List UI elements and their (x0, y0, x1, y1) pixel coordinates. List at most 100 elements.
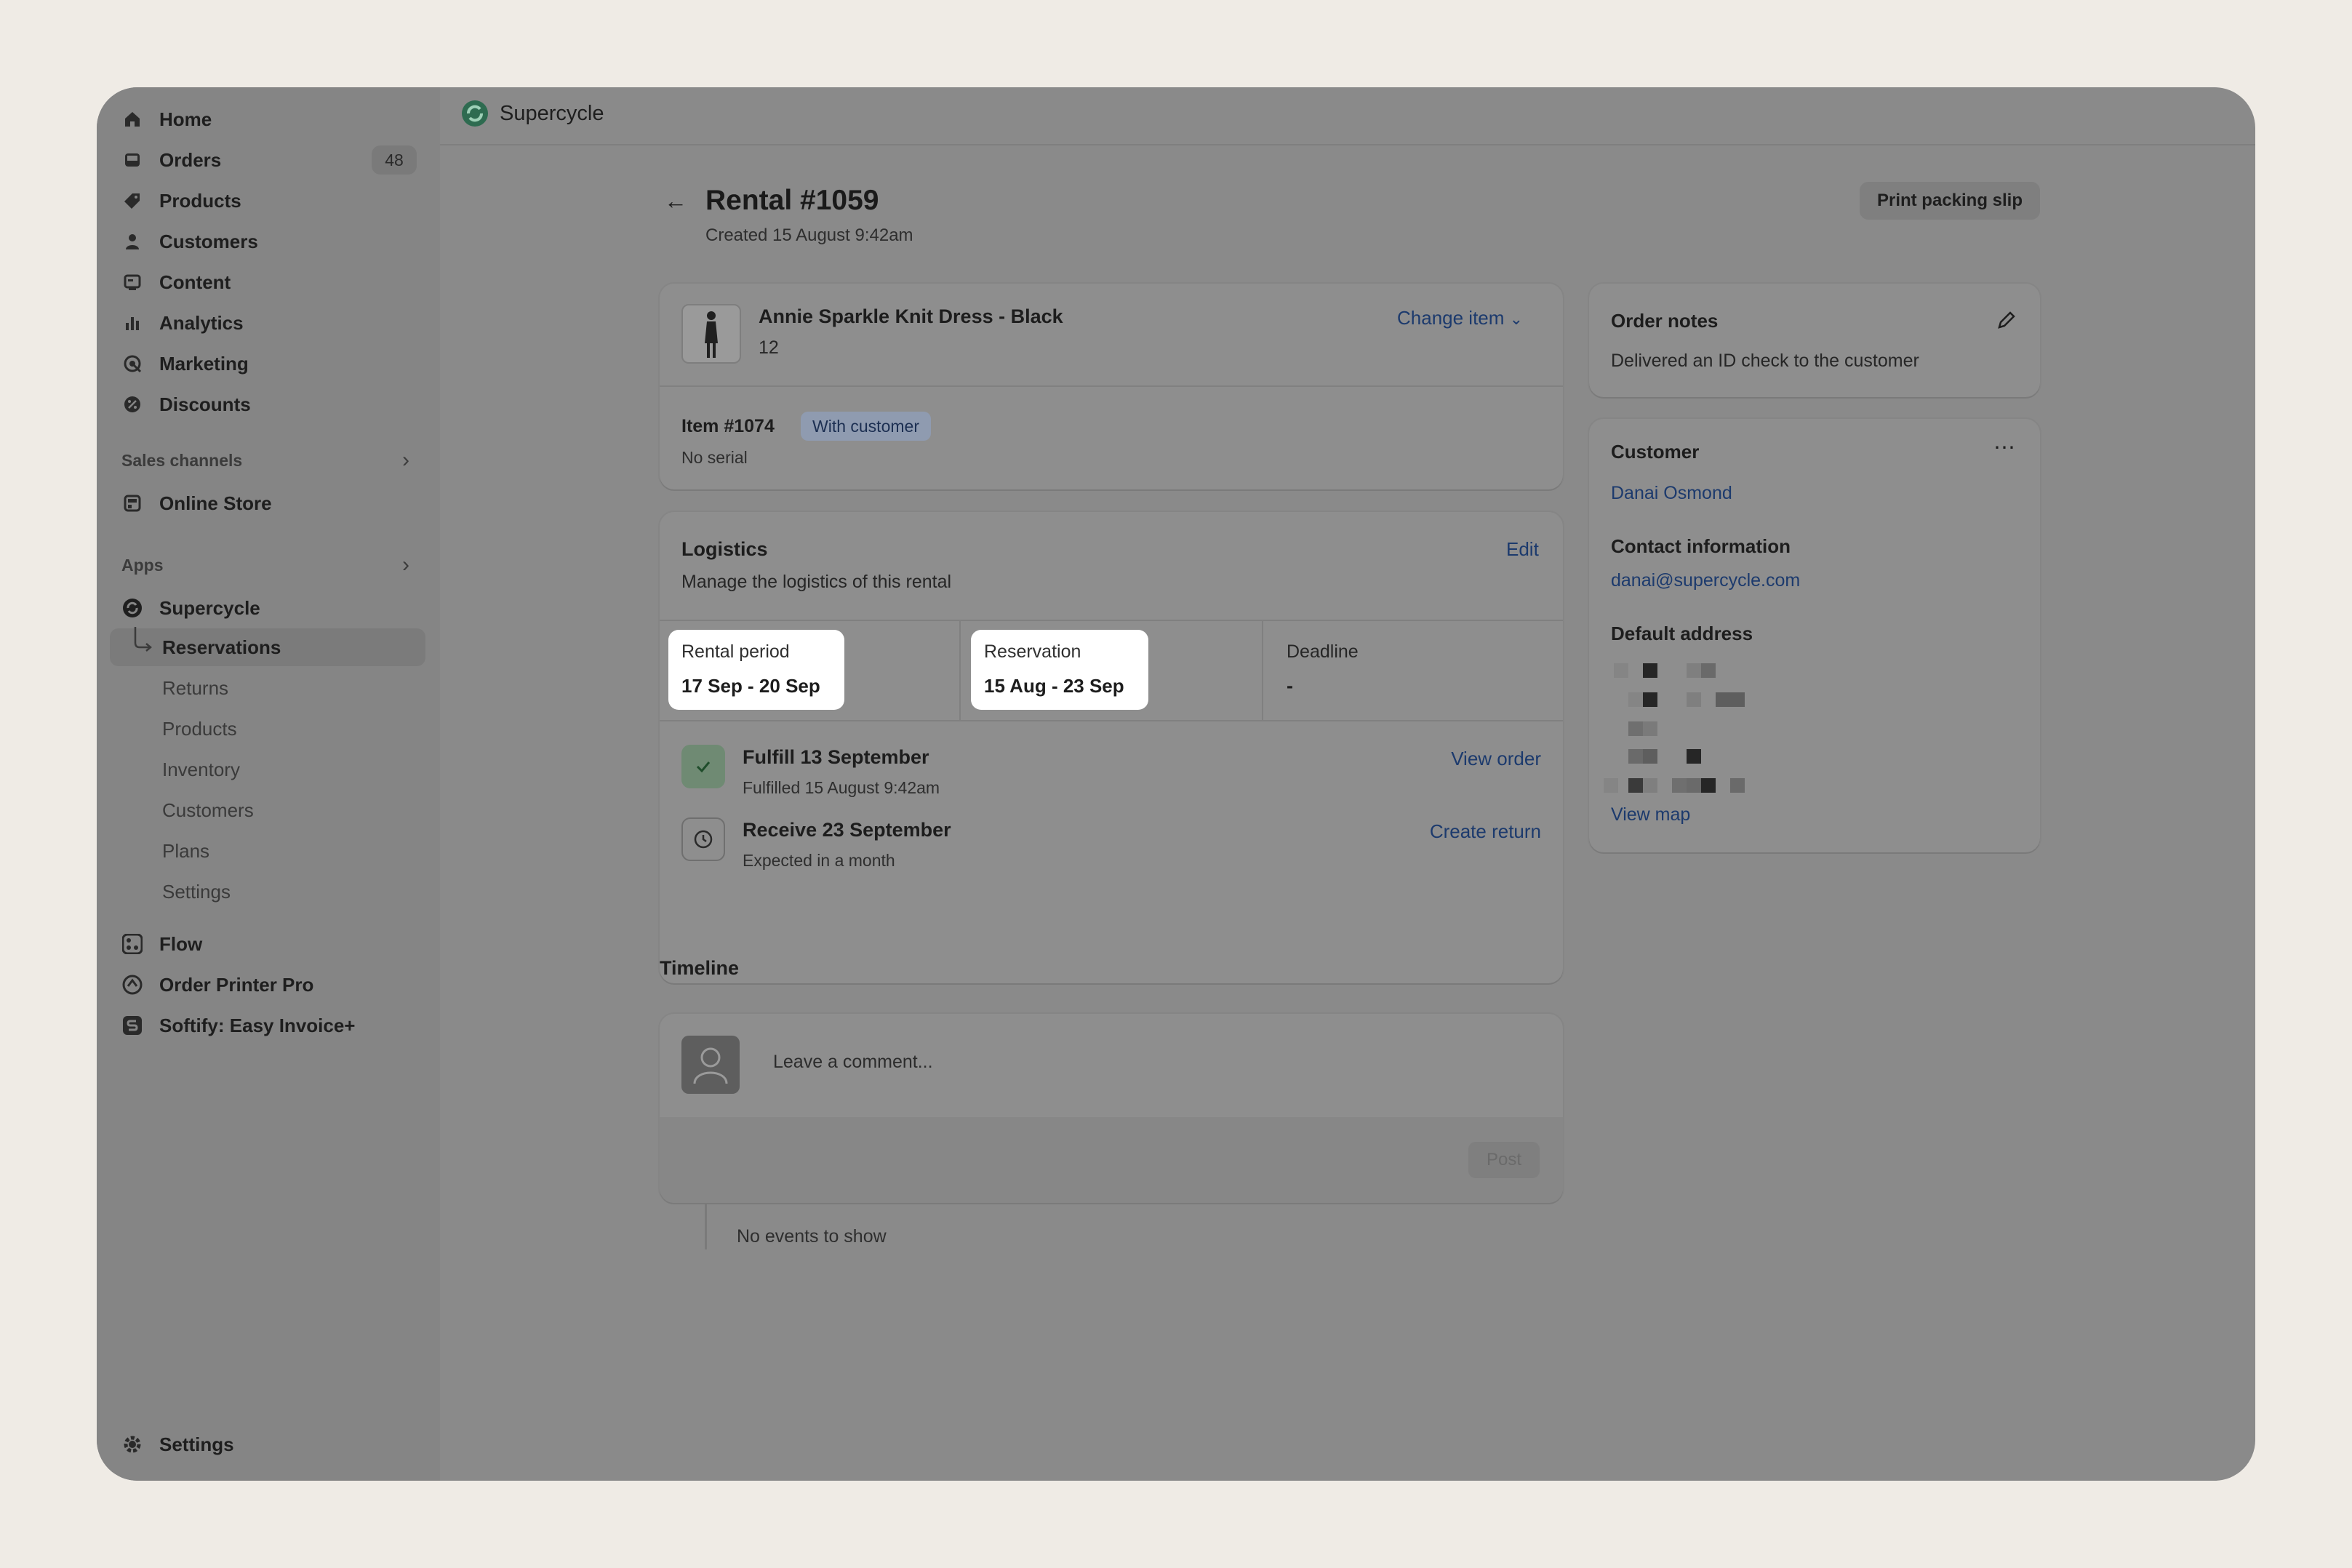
app-window: Home Orders 48 Products Customers Conten… (97, 87, 2255, 1481)
order-notes-card: Order notes Delivered an ID check to the… (1589, 284, 2040, 397)
apps-chevron-icon[interactable]: › (402, 553, 409, 577)
sidebar-item-flow[interactable]: Flow (121, 925, 202, 963)
change-item-button[interactable]: Change item ⌄ (1397, 307, 1523, 329)
sidebar-item-label: Analytics (159, 311, 244, 334)
reservation-label: Reservation (984, 641, 1081, 662)
sidebar-item-label: Order Printer Pro (159, 973, 314, 996)
divider (660, 620, 1563, 621)
product-thumbnail (681, 304, 741, 364)
sidebar-item-order-printer-pro[interactable]: Order Printer Pro (121, 966, 313, 1004)
sidebar-subitem-plans[interactable]: Plans (162, 832, 209, 870)
sidebar-item-label: Plans (162, 839, 210, 862)
product-name: Annie Sparkle Knit Dress - Black (759, 305, 1063, 327)
sidebar-item-supercycle[interactable]: Supercycle (121, 589, 260, 627)
sidebar-item-label: Settings (159, 1433, 234, 1455)
chevron-down-icon: ⌄ (1509, 310, 1524, 328)
sidebar-item-label: Settings (162, 880, 231, 903)
print-packing-slip-button[interactable]: Print packing slip (1860, 182, 2040, 220)
edit-logistics-button[interactable]: Edit (1506, 538, 1539, 561)
sidebar-item-customers[interactable]: Customers (121, 223, 258, 260)
logistics-card: Logistics Edit Manage the logistics of t… (660, 512, 1563, 983)
customer-more-icon[interactable]: ⋯ (1993, 435, 2015, 460)
sidebar-item-analytics[interactable]: Analytics (121, 304, 244, 342)
sidebar-item-softify[interactable]: Softify: Easy Invoice+ (121, 1007, 355, 1044)
post-button[interactable]: Post (1468, 1142, 1540, 1178)
divider (660, 720, 1563, 721)
customer-name-link[interactable]: Danai Osmond (1611, 483, 1732, 504)
pencil-icon[interactable] (1995, 308, 2018, 332)
view-map-link[interactable]: View map (1611, 804, 1690, 825)
comment-input[interactable]: Leave a comment... (773, 1052, 933, 1073)
deadline-label: Deadline (1287, 641, 1359, 662)
sidebar-item-label: Home (159, 108, 212, 130)
flow-icon (121, 933, 143, 955)
sidebar-item-settings[interactable]: Settings (121, 1425, 234, 1463)
sidebar-item-label: Content (159, 271, 231, 293)
inbox-icon (121, 149, 143, 171)
rental-period-value: 17 Sep - 20 Sep (681, 675, 820, 697)
customer-email-link[interactable]: danai@supercycle.com (1611, 570, 1800, 591)
sidebar-item-marketing[interactable]: Marketing (121, 345, 249, 383)
sidebar-item-label: Online Store (159, 492, 272, 514)
avatar (681, 1036, 740, 1094)
sidebar-subitem-reservations[interactable]: Reservations (162, 628, 281, 666)
customer-title: Customer (1611, 441, 1700, 463)
comment-footer (660, 1117, 1563, 1203)
redacted-address (1604, 663, 1778, 794)
sidebar-subitem-settings[interactable]: Settings (162, 873, 231, 911)
app-name: Supercycle (500, 102, 604, 125)
store-icon (121, 492, 143, 514)
gear-icon (121, 1433, 143, 1455)
back-arrow-icon[interactable]: ← (664, 188, 687, 215)
apps-heading: Apps (121, 556, 164, 575)
sidebar-item-orders[interactable]: Orders (121, 141, 221, 179)
create-return-link[interactable]: Create return (1430, 820, 1541, 843)
sidebar-subitem-products[interactable]: Products (162, 710, 237, 748)
status-badge: With customer (801, 412, 931, 441)
sidebar-item-label: Products (159, 189, 241, 212)
sidebar-item-discounts[interactable]: Discounts (121, 385, 251, 423)
receive-subtitle: Expected in a month (743, 851, 895, 870)
created-timestamp: Created 15 August 9:42am (705, 225, 913, 245)
person-icon (121, 231, 143, 252)
clock-icon (681, 817, 725, 861)
sidebar-item-home[interactable]: Home (121, 100, 212, 138)
softify-icon (121, 1015, 143, 1036)
sales-channels-chevron-icon[interactable]: › (402, 448, 409, 473)
sidebar-subitem-inventory[interactable]: Inventory (162, 751, 240, 788)
deadline-value: - (1287, 675, 1293, 697)
view-order-link[interactable]: View order (1451, 748, 1541, 770)
sidebar-item-label: Products (162, 717, 237, 740)
sidebar: Home Orders 48 Products Customers Conten… (97, 87, 440, 1481)
divider (660, 385, 1563, 387)
bar-chart-icon (121, 312, 143, 334)
app-header: Supercycle ⋯ (440, 87, 2255, 145)
sidebar-item-label: Discounts (159, 393, 251, 415)
fulfill-title: Fulfill 13 September (743, 746, 929, 768)
content-icon (121, 271, 143, 293)
home-icon (121, 108, 143, 130)
receive-title: Receive 23 September (743, 819, 951, 841)
default-address-title: Default address (1611, 623, 1753, 644)
timeline-title: Timeline (660, 957, 740, 979)
item-number: Item #1074 (681, 416, 775, 436)
sidebar-item-products[interactable]: Products (121, 182, 241, 220)
order-notes-title: Order notes (1611, 310, 1719, 332)
sidebar-subitem-customers[interactable]: Customers (162, 791, 254, 829)
page-title: Rental #1059 (705, 185, 879, 216)
sidebar-item-label: Marketing (159, 352, 249, 375)
sidebar-item-content[interactable]: Content (121, 263, 231, 301)
discount-icon (121, 393, 143, 415)
order-notes-text: Delivered an ID check to the customer (1611, 351, 1919, 371)
sidebar-subitem-returns[interactable]: Returns (162, 669, 228, 707)
rental-period-label: Rental period (681, 641, 790, 662)
sidebar-item-label: Returns (162, 676, 229, 699)
item-card: Annie Sparkle Knit Dress - Black 12 Chan… (660, 284, 1563, 489)
logistics-description: Manage the logistics of this rental (681, 572, 952, 592)
sidebar-item-label: Flow (159, 932, 203, 955)
no-events-text: No events to show (737, 1226, 887, 1247)
supercycle-logo-icon (462, 100, 488, 127)
product-size: 12 (759, 337, 779, 358)
sidebar-item-online-store[interactable]: Online Store (121, 484, 272, 522)
fulfill-subtitle: Fulfilled 15 August 9:42am (743, 778, 940, 797)
